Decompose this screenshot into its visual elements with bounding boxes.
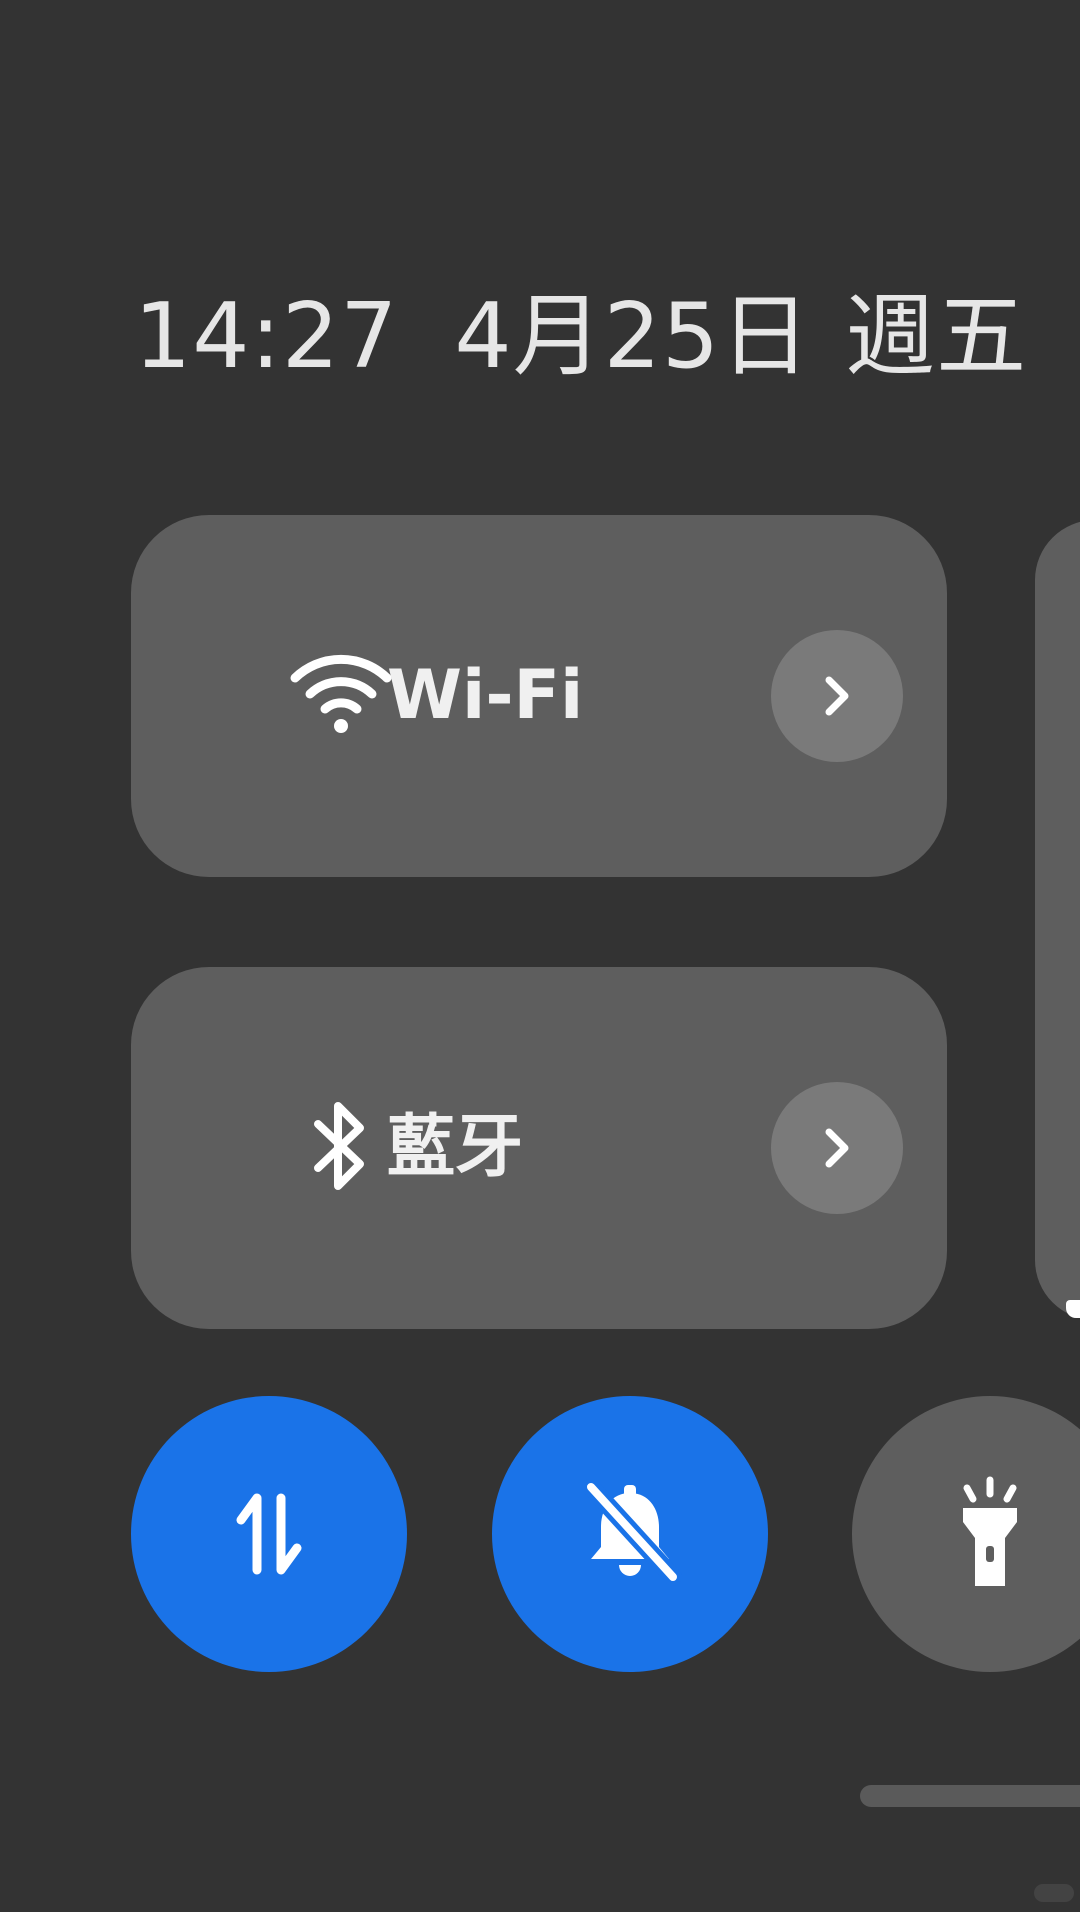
panel-corner bbox=[1066, 1300, 1080, 1318]
bluetooth-expand-button[interactable] bbox=[771, 1082, 903, 1214]
quick-settings-panel: 14:27 4月25日 週五 Wi-Fi 藍牙 bbox=[0, 0, 1080, 1912]
bluetooth-label: 藍牙 bbox=[387, 1108, 524, 1187]
panel-drag-handle[interactable] bbox=[860, 1785, 1080, 1807]
wifi-expand-button[interactable] bbox=[771, 630, 903, 762]
wifi-tile[interactable]: Wi-Fi bbox=[131, 515, 947, 877]
status-datetime: 14:27 4月25日 週五 bbox=[134, 282, 1027, 392]
clock-date: 4月25日 bbox=[454, 284, 812, 389]
watermark-badge bbox=[1034, 1884, 1074, 1902]
bluetooth-tile[interactable]: 藍牙 bbox=[131, 967, 947, 1329]
wifi-label: Wi-Fi bbox=[387, 656, 584, 735]
mobile-data-toggle[interactable] bbox=[131, 1396, 407, 1672]
bluetooth-icon bbox=[306, 1098, 376, 1198]
silent-mode-toggle[interactable] bbox=[492, 1396, 768, 1672]
wifi-icon bbox=[289, 652, 393, 740]
clock-time: 14:27 bbox=[134, 284, 399, 389]
flashlight-toggle[interactable] bbox=[852, 1396, 1080, 1672]
clock-weekday: 週五 bbox=[845, 284, 1028, 389]
media-panel-edge[interactable] bbox=[1035, 520, 1080, 1320]
